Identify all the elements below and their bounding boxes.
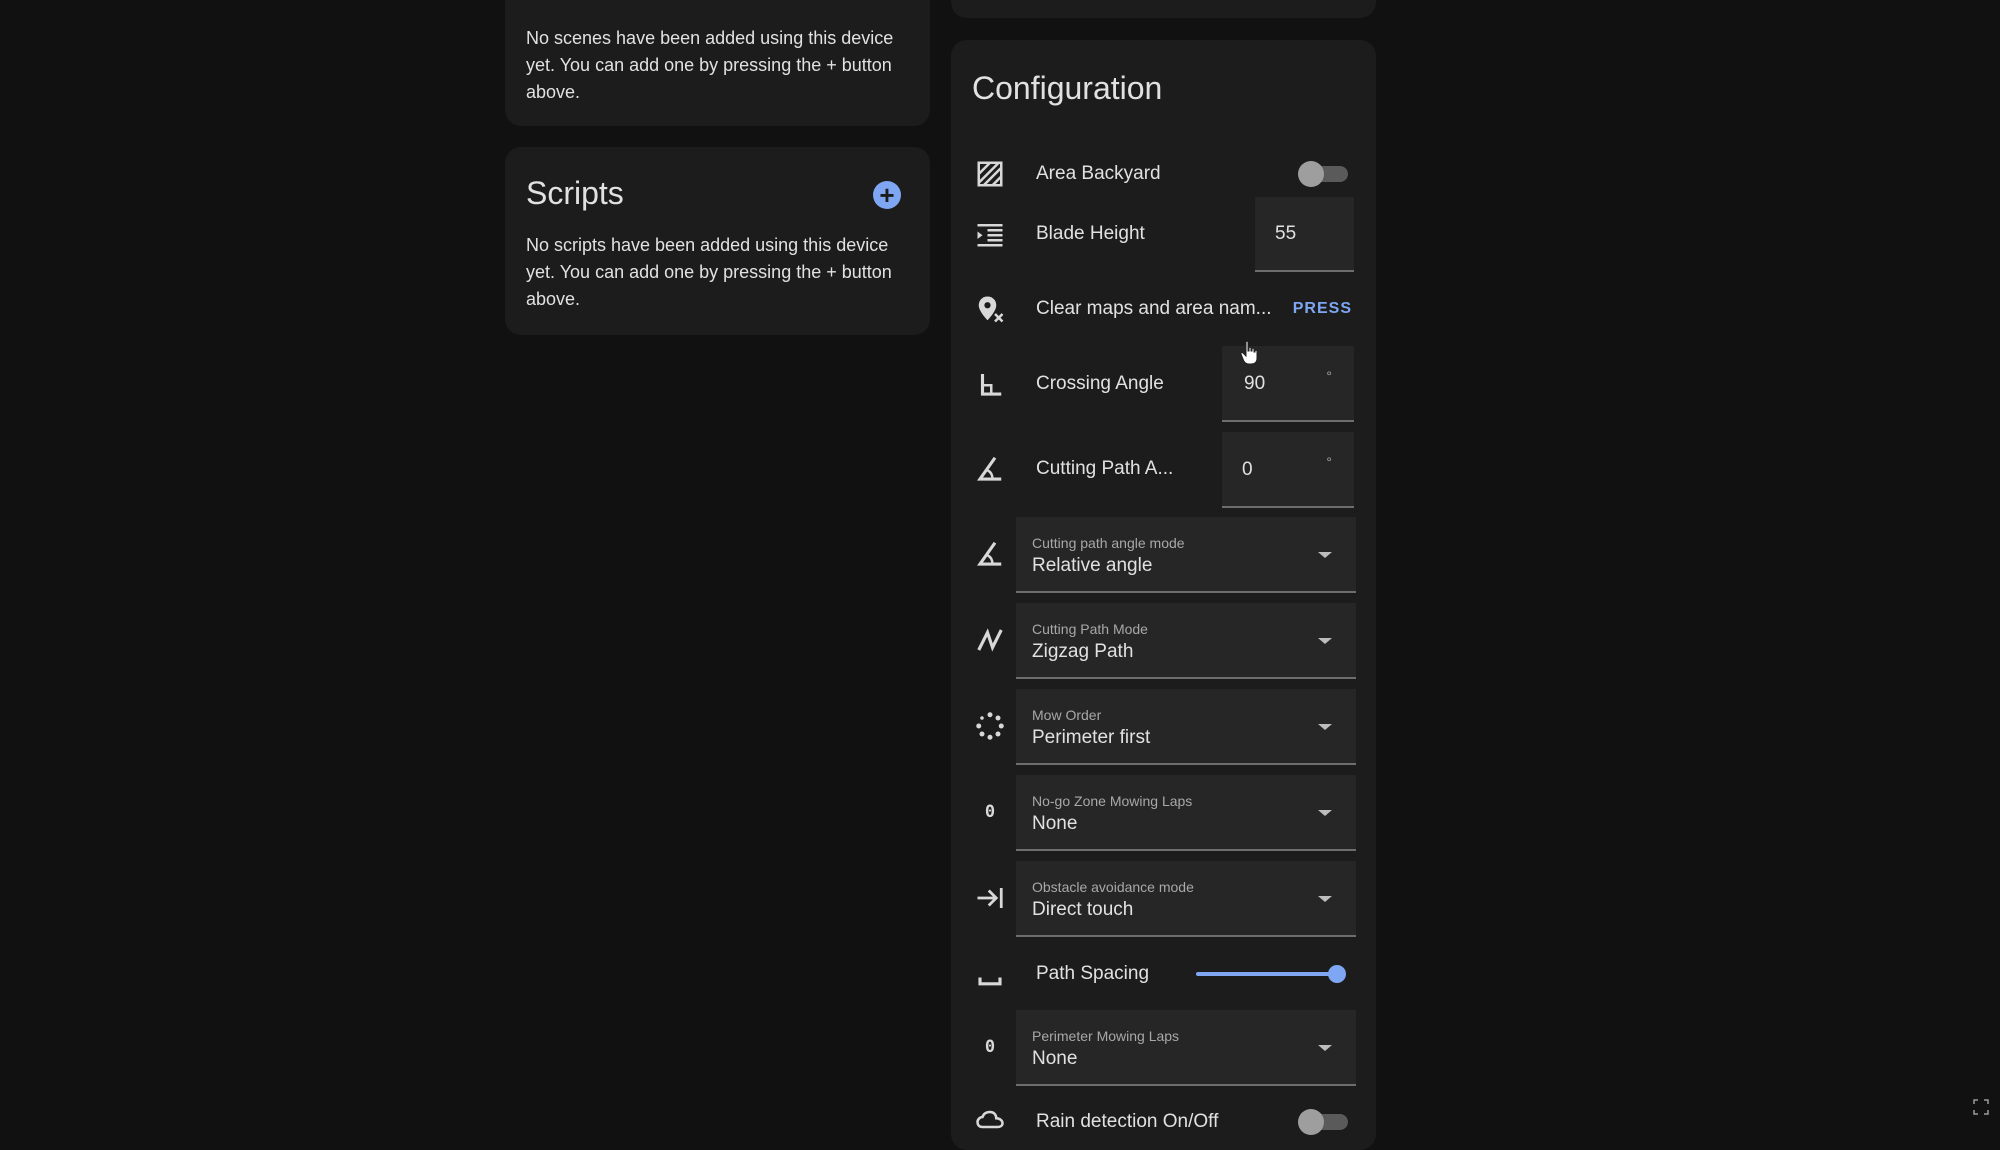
map-marker-remove-icon <box>973 292 1007 326</box>
cutting-path-angle-value: 0 <box>1242 459 1253 480</box>
zigzag-icon <box>973 623 1007 657</box>
perimeter-laps-label: Perimeter Mowing Laps <box>1032 1028 1180 1044</box>
previous-card <box>951 0 1376 18</box>
toggle-knob <box>1298 161 1324 187</box>
mow-order-value: Perimeter first <box>1032 727 1151 748</box>
blade-height-input[interactable]: 55 <box>1255 197 1354 272</box>
no-go-zone-laps-label: No-go Zone Mowing Laps <box>1032 793 1193 809</box>
cutting-path-angle-row: Cutting Path A... 0 ° <box>951 432 1376 508</box>
clear-maps-press-button[interactable]: PRESS <box>1293 300 1352 318</box>
crossing-angle-row: Crossing Angle 90 ° <box>951 346 1376 422</box>
chevron-down-icon <box>1318 638 1332 644</box>
no-go-zone-laps-select[interactable]: No-go Zone Mowing Laps None <box>1016 775 1356 851</box>
clear-maps-label: Clear maps and area nam... <box>1036 298 1272 319</box>
path-spacing-label: Path Spacing <box>1036 963 1150 984</box>
obstacle-avoidance-select[interactable]: Obstacle avoidance mode Direct touch <box>1016 861 1356 937</box>
path-spacing-row: Path Spacing <box>951 954 1376 994</box>
rain-detection-label: Rain detection On/Off <box>1036 1111 1219 1132</box>
crossing-angle-unit: ° <box>1326 368 1332 384</box>
configuration-title: Configuration <box>972 70 1163 106</box>
chevron-down-icon <box>1318 1045 1332 1051</box>
texture-box-icon <box>973 157 1007 191</box>
numeric-zero-glyph: 0 <box>984 802 996 822</box>
rain-detection-row: Rain detection On/Off <box>951 1105 1376 1139</box>
cutting-path-angle-unit: ° <box>1326 454 1332 470</box>
scripts-card: Scripts + No scripts have been added usi… <box>505 147 930 335</box>
arrow-collapse-right-icon <box>973 881 1007 915</box>
blade-height-icon <box>973 217 1007 251</box>
chevron-down-icon <box>1318 552 1332 558</box>
scripts-empty-text: No scripts have been added using this de… <box>526 235 892 309</box>
cutting-path-mode-row: Cutting Path Mode Zigzag Path <box>951 603 1376 679</box>
area-backyard-toggle[interactable] <box>1298 161 1348 187</box>
cutting-path-mode-label: Cutting Path Mode <box>1032 621 1148 637</box>
chevron-down-icon <box>1318 724 1332 730</box>
scenes-card: No scenes have been added using this dev… <box>505 0 930 126</box>
numeric-zero-icon: 0 <box>973 1030 1007 1064</box>
area-backyard-label: Area Backyard <box>1036 163 1161 184</box>
no-go-zone-laps-row: 0 No-go Zone Mowing Laps None <box>951 775 1376 851</box>
path-spacing-slider[interactable] <box>1196 962 1346 986</box>
angle-acute-icon <box>973 537 1007 571</box>
mow-order-select[interactable]: Mow Order Perimeter first <box>1016 689 1356 765</box>
area-backyard-row: Area Backyard <box>951 157 1376 191</box>
angle-acute-icon <box>973 452 1007 486</box>
perimeter-laps-value: None <box>1032 1048 1078 1069</box>
add-script-button[interactable]: + <box>873 181 901 209</box>
toggle-knob <box>1298 1109 1324 1135</box>
angle-right-icon <box>973 367 1007 401</box>
fullscreen-icon[interactable] <box>1972 1098 1990 1116</box>
configuration-card: Configuration Area Backyard Blade Height… <box>951 40 1376 1150</box>
clear-maps-row: Clear maps and area nam... PRESS <box>951 292 1376 326</box>
obstacle-avoidance-label: Obstacle avoidance mode <box>1032 879 1194 895</box>
cutting-path-angle-mode-row: Cutting path angle mode Relative angle <box>951 517 1376 593</box>
rain-detection-toggle[interactable] <box>1298 1109 1348 1135</box>
blade-height-row: Blade Height 55 <box>951 197 1376 272</box>
cutting-path-angle-mode-label: Cutting path angle mode <box>1032 535 1185 551</box>
chevron-down-icon <box>1318 896 1332 902</box>
cutting-path-mode-value: Zigzag Path <box>1032 641 1134 662</box>
mow-order-row: Mow Order Perimeter first <box>951 689 1376 765</box>
dots-circle-icon <box>973 709 1007 743</box>
numeric-zero-glyph: 0 <box>984 1037 996 1057</box>
scenes-empty-text: No scenes have been added using this dev… <box>526 28 894 102</box>
no-go-zone-laps-value: None <box>1032 813 1078 834</box>
cutting-path-mode-select[interactable]: Cutting Path Mode Zigzag Path <box>1016 603 1356 679</box>
cutting-path-angle-label: Cutting Path A... <box>1036 458 1174 479</box>
weather-rain-icon <box>973 1105 1007 1139</box>
hand-cursor-icon <box>1240 340 1258 365</box>
chevron-down-icon <box>1318 810 1332 816</box>
slider-knob[interactable] <box>1328 965 1346 983</box>
mow-order-label: Mow Order <box>1032 707 1102 723</box>
crossing-angle-label: Crossing Angle <box>1036 373 1164 394</box>
blade-height-label: Blade Height <box>1036 223 1145 244</box>
obstacle-avoidance-value: Direct touch <box>1032 899 1134 920</box>
scripts-title: Scripts <box>526 175 624 211</box>
blade-height-value: 55 <box>1275 223 1297 244</box>
perimeter-laps-select[interactable]: Perimeter Mowing Laps None <box>1016 1010 1356 1086</box>
slider-track <box>1196 972 1337 976</box>
space-bar-icon <box>973 958 1007 992</box>
cutting-path-angle-mode-select[interactable]: Cutting path angle mode Relative angle <box>1016 517 1356 593</box>
cutting-path-angle-mode-value: Relative angle <box>1032 555 1153 576</box>
perimeter-laps-row: 0 Perimeter Mowing Laps None <box>951 1010 1376 1086</box>
crossing-angle-value: 90 <box>1244 373 1266 394</box>
obstacle-avoidance-row: Obstacle avoidance mode Direct touch <box>951 861 1376 937</box>
cutting-path-angle-input[interactable]: 0 ° <box>1222 432 1354 508</box>
numeric-zero-icon: 0 <box>973 795 1007 829</box>
